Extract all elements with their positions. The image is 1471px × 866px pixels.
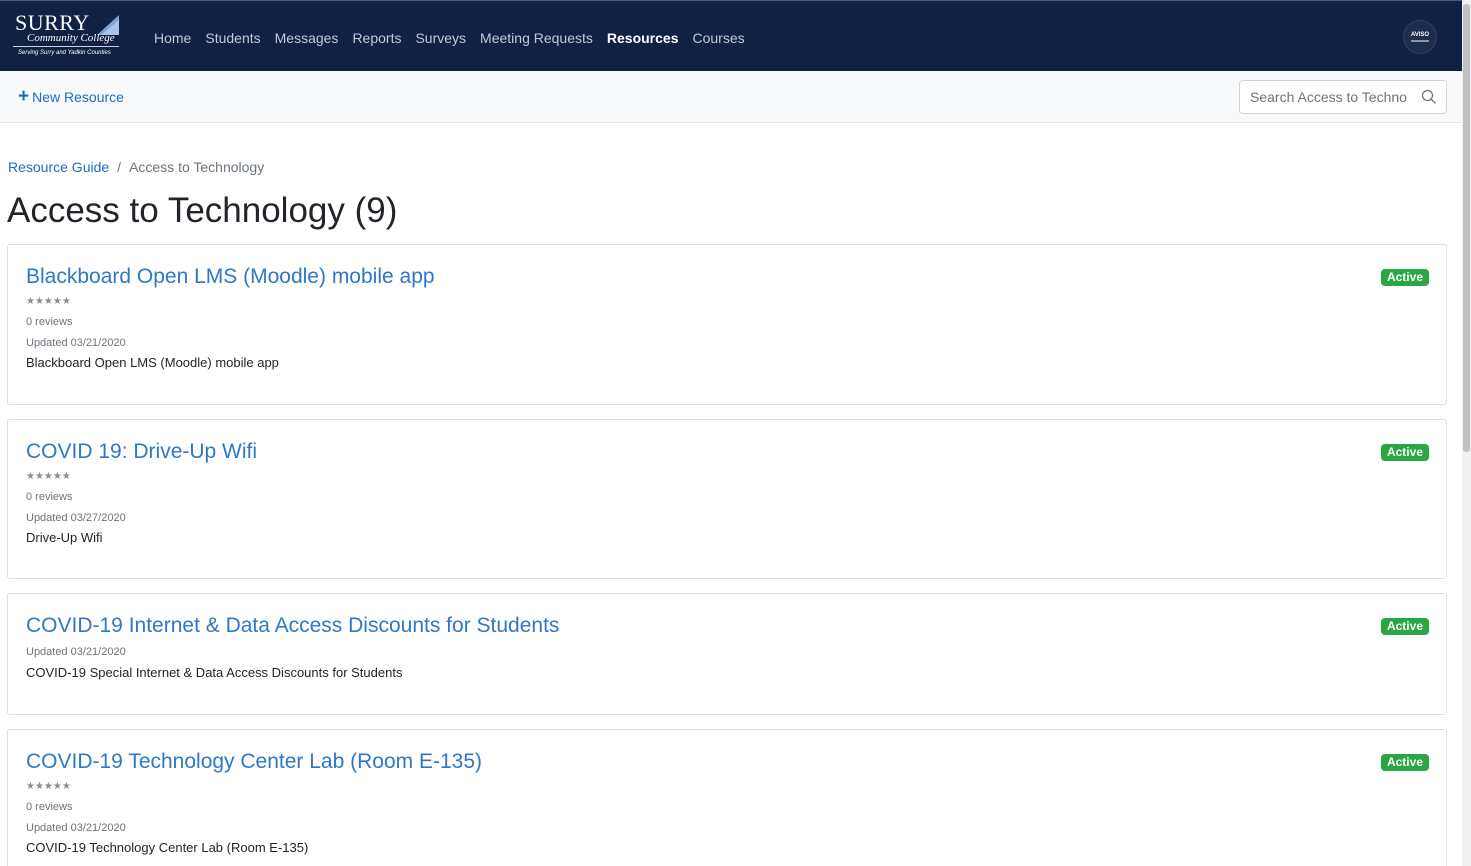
plus-icon: + xyxy=(18,86,30,107)
review-count: 0 reviews xyxy=(26,491,73,503)
nav-item-home[interactable]: Home xyxy=(147,27,198,49)
status-badge: Active xyxy=(1380,754,1429,771)
resource-card: COVID 19: Drive-Up Wifi Active ★★★★★ 0 r… xyxy=(7,419,1447,579)
logo-subtitle: Community College xyxy=(27,32,115,44)
search-input[interactable] xyxy=(1240,81,1420,113)
updated-date: Updated 03/21/2020 xyxy=(26,646,126,658)
breadcrumb-resource-guide[interactable]: Resource Guide xyxy=(8,159,109,175)
updated-date: Updated 03/21/2020 xyxy=(26,822,126,834)
review-count: 0 reviews xyxy=(26,316,73,328)
new-resource-button[interactable]: + New Resource xyxy=(18,86,124,107)
avatar[interactable]: AVISO xyxy=(1403,20,1437,54)
logo-divider xyxy=(13,46,119,47)
logo-tagline: Serving Surry and Yadkin Counties xyxy=(18,50,111,56)
resource-description: Blackboard Open LMS (Moodle) mobile app xyxy=(26,355,279,370)
avatar-text: AVISO xyxy=(1410,32,1430,38)
resource-title-link[interactable]: COVID-19 Internet & Data Access Discount… xyxy=(26,612,559,640)
search-box xyxy=(1239,80,1447,114)
avatar-underline xyxy=(1411,40,1429,42)
status-badge: Active xyxy=(1380,269,1429,286)
nav-item-surveys[interactable]: Surveys xyxy=(408,27,473,49)
nav-item-reports[interactable]: Reports xyxy=(345,27,408,49)
resource-card: Blackboard Open LMS (Moodle) mobile app … xyxy=(7,244,1447,405)
updated-date: Updated 03/21/2020 xyxy=(26,337,126,349)
page-scrollbar[interactable] xyxy=(1462,0,1471,866)
review-count: 0 reviews xyxy=(26,801,73,813)
resource-description: COVID-19 Special Internet & Data Access … xyxy=(26,665,403,680)
scroll-thumb[interactable] xyxy=(1463,4,1470,452)
star-rating: ★★★★★ xyxy=(26,296,71,307)
breadcrumb-separator: / xyxy=(117,159,122,175)
resource-title-link[interactable]: Blackboard Open LMS (Moodle) mobile app xyxy=(26,263,435,291)
breadcrumb-current: Access to Technology xyxy=(129,159,265,175)
star-rating: ★★★★★ xyxy=(26,781,71,792)
nav-item-courses[interactable]: Courses xyxy=(685,27,751,49)
search-icon[interactable] xyxy=(1421,89,1437,105)
nav-item-resources[interactable]: Resources xyxy=(600,27,686,49)
star-rating: ★★★★★ xyxy=(26,471,71,482)
new-resource-label: New Resource xyxy=(32,89,124,105)
status-badge: Active xyxy=(1380,618,1429,635)
resource-description: COVID-19 Technology Center Lab (Room E-1… xyxy=(26,840,309,855)
nav-item-students[interactable]: Students xyxy=(198,27,267,49)
resource-description: Drive-Up Wifi xyxy=(26,530,103,545)
page-title: Access to Technology (9) xyxy=(7,191,398,230)
resource-card: COVID-19 Technology Center Lab (Room E-1… xyxy=(7,729,1447,866)
resource-toolbar: + New Resource xyxy=(0,71,1462,123)
nav-item-messages[interactable]: Messages xyxy=(268,27,346,49)
nav-item-meeting-requests[interactable]: Meeting Requests xyxy=(473,27,600,49)
main-nav: Home Students Messages Reports Surveys M… xyxy=(147,27,752,49)
breadcrumb: Resource Guide / Access to Technology xyxy=(8,159,264,175)
resource-title-link[interactable]: COVID-19 Technology Center Lab (Room E-1… xyxy=(26,748,482,776)
updated-date: Updated 03/27/2020 xyxy=(26,512,126,524)
resource-title-link[interactable]: COVID 19: Drive-Up Wifi xyxy=(26,438,257,466)
status-badge: Active xyxy=(1380,444,1429,461)
top-navbar: SURRY Community College Serving Surry an… xyxy=(0,0,1462,71)
college-logo[interactable]: SURRY Community College Serving Surry an… xyxy=(13,11,123,61)
resource-card: COVID-19 Internet & Data Access Discount… xyxy=(7,593,1447,715)
